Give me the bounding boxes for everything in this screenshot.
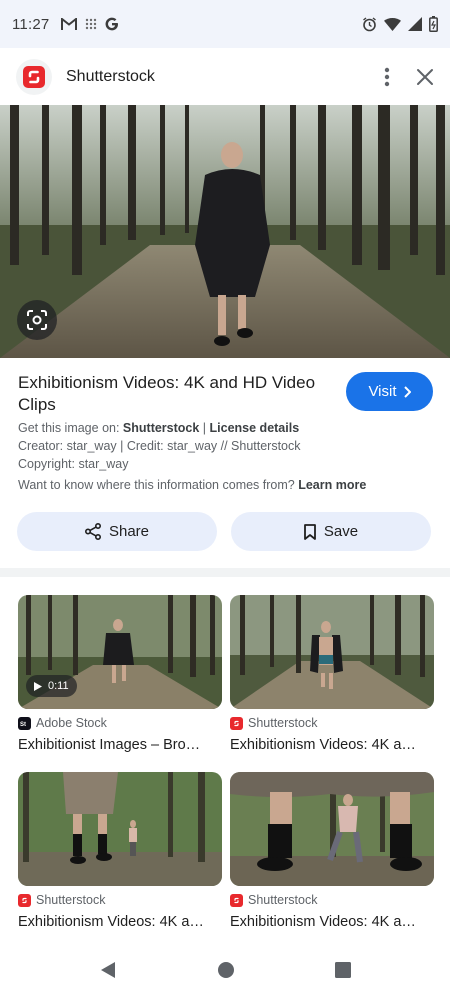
related-title[interactable]: Exhibitionism Videos: 4K a… xyxy=(230,737,434,753)
header-actions xyxy=(384,67,434,87)
shutterstock-logo-icon[interactable] xyxy=(16,58,52,95)
signal-icon xyxy=(408,17,422,31)
info-source-line: Want to know where this information come… xyxy=(18,476,366,494)
page-title[interactable]: Exhibitionism Videos: 4K and HD Video Cl… xyxy=(18,372,318,416)
visit-label: Visit xyxy=(368,383,397,400)
related-title[interactable]: Exhibitionist Images – Bro… xyxy=(18,737,222,753)
google-icon xyxy=(105,17,119,31)
grid-dots-icon xyxy=(85,18,97,30)
status-time: 11:27 xyxy=(12,15,50,33)
info-source-question: Want to know where this information come… xyxy=(18,478,299,492)
play-icon xyxy=(34,681,42,691)
video-duration-badge: 0:11 xyxy=(26,675,77,697)
navigation-bar xyxy=(0,940,450,1000)
home-icon[interactable] xyxy=(217,961,235,979)
share-icon xyxy=(84,523,101,540)
save-label: Save xyxy=(323,523,359,540)
learn-more-link[interactable]: Learn more xyxy=(298,478,366,492)
status-right-icons xyxy=(362,16,438,32)
related-source: St Adobe Stock xyxy=(18,716,107,730)
get-image-line: Get this image on: Shutterstock | Licens… xyxy=(18,419,299,437)
related-source-name: Shutterstock xyxy=(248,893,318,907)
image-info: Exhibitionism Videos: 4K and HD Video Cl… xyxy=(0,358,450,568)
close-icon[interactable] xyxy=(416,68,434,86)
share-label: Share xyxy=(108,523,150,540)
lens-icon[interactable] xyxy=(17,300,57,340)
adobe-stock-logo-icon: St xyxy=(18,716,31,730)
main-image[interactable] xyxy=(0,105,450,358)
related-source-name: Adobe Stock xyxy=(36,716,107,730)
bookmark-icon xyxy=(303,523,316,540)
back-icon[interactable] xyxy=(99,961,117,979)
get-image-prefix: Get this image on: xyxy=(18,421,123,435)
copyright-line: Copyright: star_way xyxy=(18,457,129,471)
separator: | xyxy=(199,421,210,435)
more-vertical-icon[interactable] xyxy=(384,67,390,87)
related-title[interactable]: Exhibitionism Videos: 4K a… xyxy=(18,914,222,930)
related-source: Shutterstock xyxy=(18,893,105,907)
related-thumbnail[interactable] xyxy=(230,595,434,709)
shutterstock-logo-icon xyxy=(230,893,243,907)
visit-button[interactable]: Visit xyxy=(346,372,433,411)
related-source: Shutterstock xyxy=(230,716,317,730)
related-title[interactable]: Exhibitionism Videos: 4K a… xyxy=(230,914,434,930)
forest-scene-image xyxy=(0,105,450,358)
status-left-icons xyxy=(61,17,119,31)
battery-icon xyxy=(429,16,438,32)
related-thumbnail[interactable] xyxy=(230,772,434,886)
section-divider xyxy=(0,568,450,577)
creator-line: Creator: star_way | Credit: star_way // … xyxy=(18,439,301,453)
source-title[interactable]: Shutterstock xyxy=(66,68,155,86)
svg-text:St: St xyxy=(20,722,26,727)
license-details-link[interactable]: License details xyxy=(210,421,300,435)
wifi-icon xyxy=(384,17,401,31)
duration-text: 0:11 xyxy=(48,680,69,692)
alarm-icon xyxy=(362,16,377,32)
get-image-source[interactable]: Shutterstock xyxy=(123,421,199,435)
gmail-icon xyxy=(61,17,78,31)
related-source-name: Shutterstock xyxy=(248,716,318,730)
save-button[interactable]: Save xyxy=(231,512,431,551)
recents-icon[interactable] xyxy=(335,962,351,978)
share-button[interactable]: Share xyxy=(17,512,217,551)
shutterstock-logo-icon xyxy=(230,716,243,730)
related-thumbnail[interactable] xyxy=(18,772,222,886)
related-source: Shutterstock xyxy=(230,893,317,907)
shutterstock-logo-icon xyxy=(18,893,31,907)
related-thumbnail[interactable]: 0:11 xyxy=(18,595,222,709)
status-bar: 11:27 xyxy=(0,0,450,48)
chevron-right-icon xyxy=(403,385,411,398)
related-source-name: Shutterstock xyxy=(36,893,106,907)
source-header: Shutterstock xyxy=(0,48,450,105)
